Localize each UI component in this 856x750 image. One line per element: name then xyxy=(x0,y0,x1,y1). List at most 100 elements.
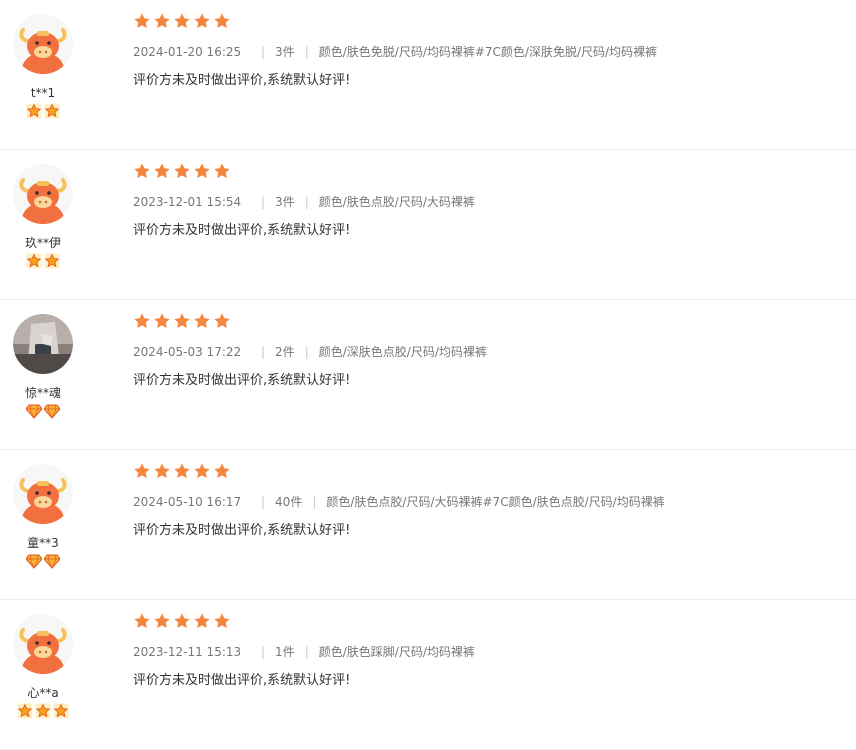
rating-stars xyxy=(133,12,846,32)
reviewer-info: 童**3 xyxy=(0,462,86,569)
avatar-photo[interactable] xyxy=(13,314,73,374)
bull-avatar-icon[interactable] xyxy=(13,614,73,674)
bull-avatar-icon[interactable] xyxy=(13,14,73,74)
star-icon xyxy=(153,162,171,182)
purchase-sku: 颜色/肤色踩脚/尺码/均码裸裤 xyxy=(318,645,475,659)
star-icon xyxy=(153,12,171,32)
review-content: 2024-05-10 16:17 | 40件 | 颜色/肤色点胶/尺码/大码裸裤… xyxy=(133,462,846,539)
purchase-sku: 颜色/肤色点胶/尺码/大码裸裤#7C颜色/肤色点胶/尺码/均码裸裤 xyxy=(326,495,665,509)
review-item: 童**3 2024-05-10 16:17 | 40件 | 颜色/肤色点胶/尺码… xyxy=(0,450,856,600)
star-icon xyxy=(193,12,211,32)
review-text: 评价方未及时做出评价,系统默认好评! xyxy=(133,223,351,238)
purchase-quantity: 3件 xyxy=(275,45,295,59)
separator: | xyxy=(261,495,266,509)
rating-stars xyxy=(133,312,846,332)
star-icon xyxy=(193,612,211,632)
review-content: 2024-01-20 16:25 | 3件 | 颜色/肤色免脱/尺码/均码裸裤#… xyxy=(133,12,846,89)
diamond-badge-icon xyxy=(26,403,42,419)
separator: | xyxy=(261,45,266,59)
review-item: t**1 2024-01-20 16:25 | 3件 | 颜色/肤色免脱/尺码/… xyxy=(0,0,856,150)
star-icon xyxy=(133,162,151,182)
review-date: 2024-05-10 16:17 xyxy=(133,495,242,509)
separator: | xyxy=(261,345,266,359)
review-meta: 2023-12-01 15:54 | 3件 | 颜色/肤色点胶/尺码/大码裸裤 xyxy=(133,194,846,210)
reviewer-nickname: 童**3 xyxy=(27,536,59,550)
purchase-quantity: 3件 xyxy=(275,195,295,209)
star-icon xyxy=(173,612,191,632)
bull-avatar-icon[interactable] xyxy=(13,164,73,224)
reviewer-level-badges xyxy=(0,253,86,269)
review-content: 2023-12-11 15:13 | 1件 | 颜色/肤色踩脚/尺码/均码裸裤 … xyxy=(133,612,846,689)
review-date: 2024-01-20 16:25 xyxy=(133,45,242,59)
star-icon xyxy=(133,12,151,32)
star-badge-icon xyxy=(53,703,69,719)
review-item: 玖**伊 2023-12-01 15:54 | 3件 | 颜色/肤色点胶/尺码/… xyxy=(0,150,856,300)
rating-stars xyxy=(133,462,846,482)
star-icon xyxy=(213,12,231,32)
star-icon xyxy=(133,312,151,332)
reviewer-nickname: t**1 xyxy=(30,86,56,100)
diamond-badge-icon xyxy=(44,403,60,419)
star-badge-icon xyxy=(17,703,33,719)
reviewer-nickname: 玖**伊 xyxy=(24,236,61,250)
star-icon xyxy=(193,312,211,332)
star-icon xyxy=(193,162,211,182)
star-icon xyxy=(173,162,191,182)
reviewer-nickname: 惊**魂 xyxy=(24,386,61,400)
review-meta: 2024-05-10 16:17 | 40件 | 颜色/肤色点胶/尺码/大码裸裤… xyxy=(133,494,846,510)
star-icon xyxy=(193,462,211,482)
star-icon xyxy=(173,12,191,32)
reviewer-info: t**1 xyxy=(0,12,86,119)
reviewer-info: 心**a xyxy=(0,612,86,719)
purchase-sku: 颜色/深肤色点胶/尺码/均码裸裤 xyxy=(318,345,487,359)
diamond-badge-icon xyxy=(44,553,60,569)
bull-avatar-icon[interactable] xyxy=(13,464,73,524)
reviewer-info: 玖**伊 xyxy=(0,162,86,269)
star-icon xyxy=(133,462,151,482)
review-content: 2024-05-03 17:22 | 2件 | 颜色/深肤色点胶/尺码/均码裸裤… xyxy=(133,312,846,389)
reviewer-nickname: 心**a xyxy=(27,686,59,700)
diamond-badge-icon xyxy=(26,553,42,569)
rating-stars xyxy=(133,162,846,182)
separator: | xyxy=(304,45,309,59)
reviewer-level-badges xyxy=(0,403,86,419)
separator: | xyxy=(261,195,266,209)
star-badge-icon xyxy=(44,103,60,119)
review-list: t**1 2024-01-20 16:25 | 3件 | 颜色/肤色免脱/尺码/… xyxy=(0,0,856,750)
star-icon xyxy=(173,462,191,482)
separator: | xyxy=(304,645,309,659)
star-icon xyxy=(213,312,231,332)
reviewer-level-badges xyxy=(0,703,86,719)
review-meta: 2024-01-20 16:25 | 3件 | 颜色/肤色免脱/尺码/均码裸裤#… xyxy=(133,44,846,60)
star-icon xyxy=(213,612,231,632)
purchase-quantity: 40件 xyxy=(275,495,303,509)
purchase-sku: 颜色/肤色点胶/尺码/大码裸裤 xyxy=(318,195,475,209)
star-icon xyxy=(213,162,231,182)
star-icon xyxy=(153,312,171,332)
review-text: 评价方未及时做出评价,系统默认好评! xyxy=(133,523,351,538)
reviewer-info: 惊**魂 xyxy=(0,312,86,419)
purchase-sku: 颜色/肤色免脱/尺码/均码裸裤#7C颜色/深肤免脱/尺码/均码裸裤 xyxy=(318,45,658,59)
star-badge-icon xyxy=(26,253,42,269)
review-date: 2023-12-01 15:54 xyxy=(133,195,242,209)
review-text: 评价方未及时做出评价,系统默认好评! xyxy=(133,73,351,88)
separator: | xyxy=(304,195,309,209)
star-icon xyxy=(153,612,171,632)
review-text: 评价方未及时做出评价,系统默认好评! xyxy=(133,373,351,388)
reviewer-level-badges xyxy=(0,553,86,569)
separator: | xyxy=(304,345,309,359)
star-badge-icon xyxy=(26,103,42,119)
separator: | xyxy=(312,495,317,509)
rating-stars xyxy=(133,612,846,632)
star-icon xyxy=(213,462,231,482)
review-meta: 2024-05-03 17:22 | 2件 | 颜色/深肤色点胶/尺码/均码裸裤 xyxy=(133,344,846,360)
review-text: 评价方未及时做出评价,系统默认好评! xyxy=(133,673,351,688)
star-badge-icon xyxy=(35,703,51,719)
star-icon xyxy=(133,612,151,632)
purchase-quantity: 2件 xyxy=(275,345,295,359)
review-content: 2023-12-01 15:54 | 3件 | 颜色/肤色点胶/尺码/大码裸裤 … xyxy=(133,162,846,239)
purchase-quantity: 1件 xyxy=(275,645,295,659)
reviewer-level-badges xyxy=(0,103,86,119)
review-date: 2023-12-11 15:13 xyxy=(133,645,242,659)
star-icon xyxy=(173,312,191,332)
